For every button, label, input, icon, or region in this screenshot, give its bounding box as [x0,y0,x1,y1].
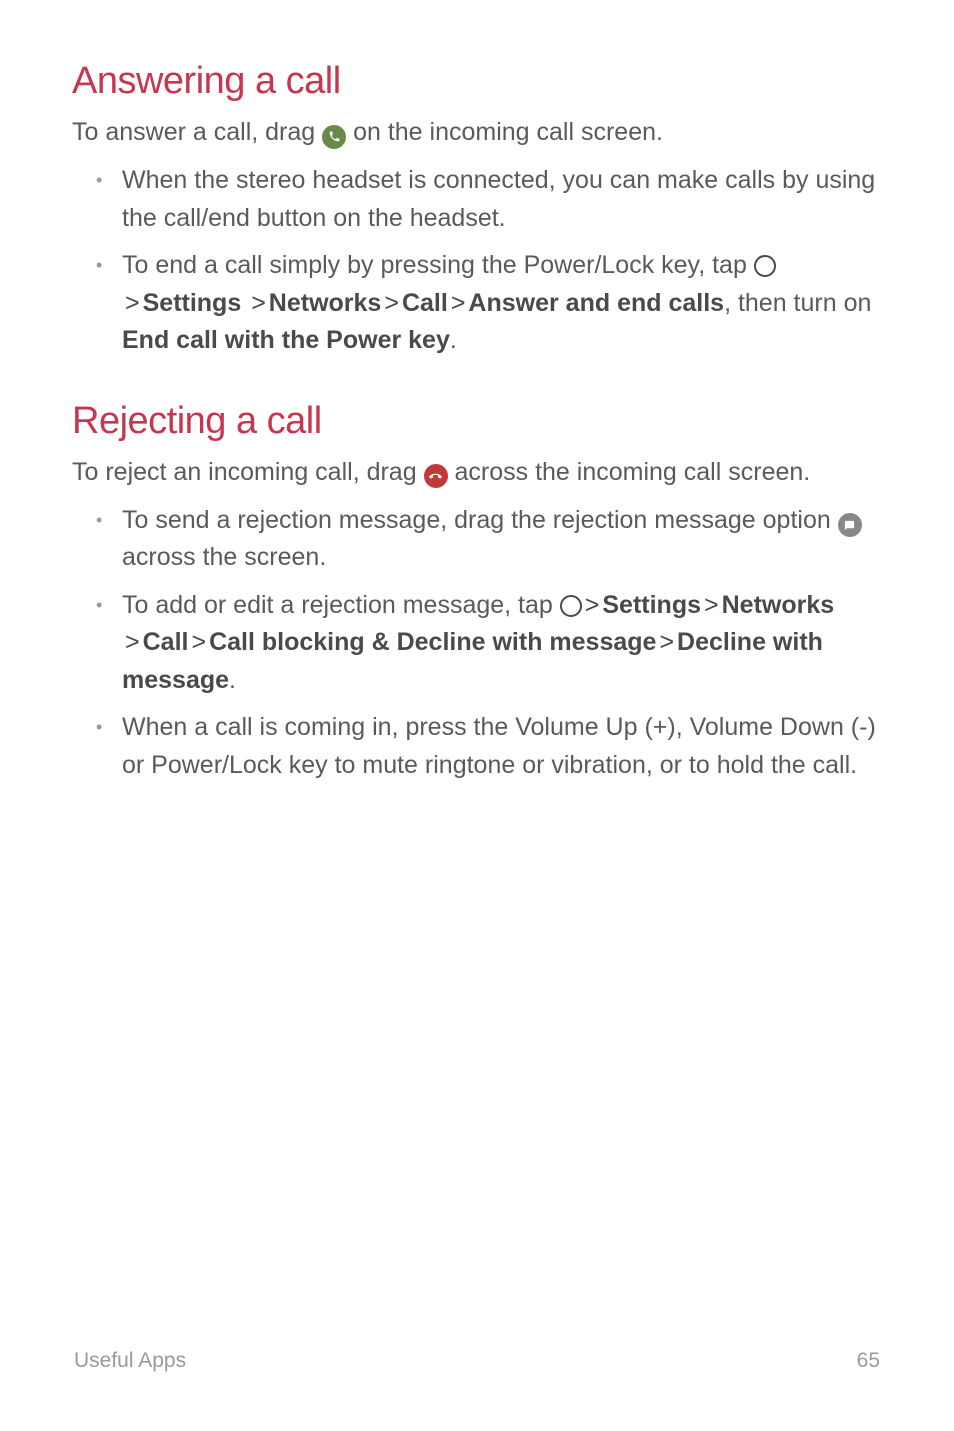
page-content: Answering a call To answer a call, drag … [0,0,954,784]
intro-rejecting: To reject an incoming call, drag across … [72,455,882,490]
text: . [229,666,236,694]
chevron-right-icon: > [384,289,399,317]
chevron-right-icon: > [704,591,719,619]
text: To reject an incoming call, drag [72,458,424,486]
chevron-right-icon: > [125,628,140,656]
bullet-edit-reject-msg: To add or edit a rejection message, tap … [102,587,882,700]
bullet-list-answering: When the stereo headset is connected, yo… [72,162,882,360]
bullet-headset: When the stereo headset is connected, yo… [102,162,882,237]
section-answering: Answering a call To answer a call, drag … [72,60,882,360]
nav-settings: Settings [143,289,242,317]
nav-settings: Settings [602,591,701,619]
nav-answer-end: Answer and end calls [468,289,724,317]
bullet-power-end: To end a call simply by pressing the Pow… [102,247,882,360]
page-footer: Useful Apps 65 [74,1349,880,1373]
phone-answer-icon [322,125,346,149]
heading-rejecting: Rejecting a call [72,400,882,443]
text: . [450,326,457,354]
chevron-right-icon: > [585,591,600,619]
page-number: 65 [857,1349,880,1373]
bullet-list-rejecting: To send a rejection message, drag the re… [72,502,882,785]
section-rejecting: Rejecting a call To reject an incoming c… [72,400,882,785]
bullet-reject-msg: To send a rejection message, drag the re… [102,502,882,577]
home-icon [560,595,582,617]
chevron-right-icon: > [125,289,140,317]
text: , then turn on [724,289,871,317]
text: across the screen. [122,543,326,571]
nav-call: Call [402,289,448,317]
chevron-right-icon: > [251,289,266,317]
chevron-right-icon: > [659,628,674,656]
option-end-power: End call with the Power key [122,326,450,354]
text: across the incoming call screen. [448,458,811,486]
intro-answering: To answer a call, drag on the incoming c… [72,115,882,150]
chevron-right-icon: > [191,628,206,656]
nav-call: Call [143,628,189,656]
nav-call-blocking: Call blocking & Decline with message [209,628,656,656]
text: To answer a call, drag [72,118,322,146]
phone-reject-icon [424,464,448,488]
text: on the incoming call screen. [346,118,663,146]
message-icon [838,513,862,537]
text: To send a rejection message, drag the re… [122,506,838,534]
nav-networks: Networks [722,591,835,619]
footer-section: Useful Apps [74,1349,186,1373]
heading-answering: Answering a call [72,60,882,103]
chevron-right-icon: > [451,289,466,317]
nav-networks: Networks [269,289,382,317]
home-icon [754,255,776,277]
text: To end a call simply by pressing the Pow… [122,251,754,279]
text: To add or edit a rejection message, tap [122,591,560,619]
bullet-mute: When a call is coming in, press the Volu… [102,709,882,784]
